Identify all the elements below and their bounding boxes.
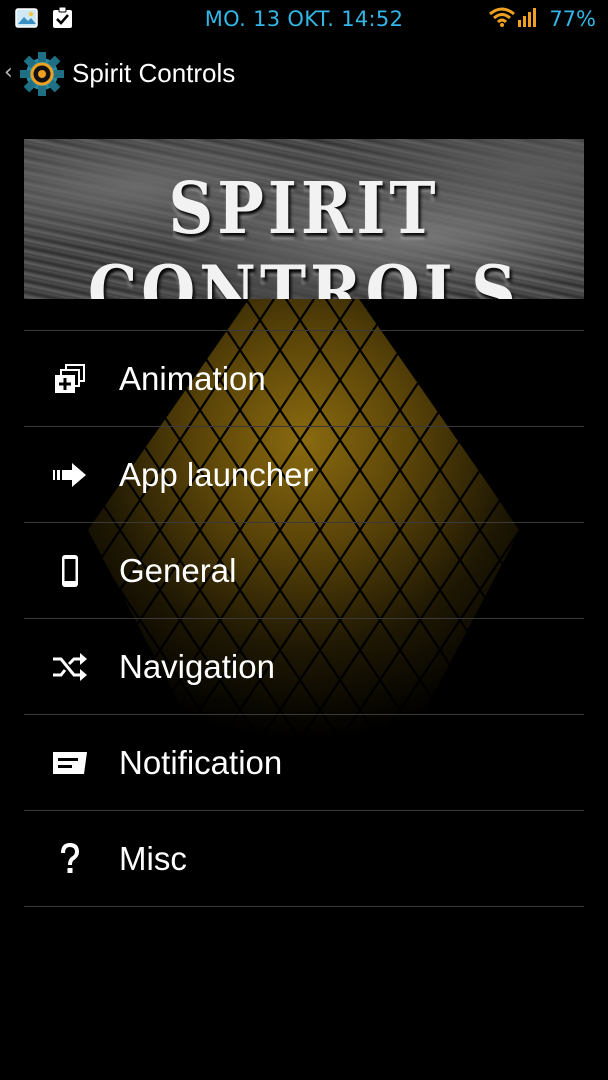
back-chevron-icon[interactable]: ‹ bbox=[4, 60, 13, 85]
app-title: Spirit Controls bbox=[72, 58, 236, 88]
menu-item-label: Animation bbox=[119, 360, 266, 397]
signal-icon bbox=[517, 6, 537, 32]
menu-item-label: Navigation bbox=[119, 648, 275, 685]
action-bar: ‹ Spirit Controls bbox=[0, 38, 608, 110]
layers-add-icon bbox=[52, 363, 88, 395]
menu-item-animation[interactable]: Animation bbox=[24, 330, 584, 426]
settings-menu: Animation App launcher General Navigatio… bbox=[24, 330, 584, 907]
shuffle-icon bbox=[52, 651, 88, 683]
header-banner: SPIRIT CONTROLS bbox=[24, 139, 584, 299]
menu-item-general[interactable]: General bbox=[24, 522, 584, 618]
phone-icon bbox=[52, 555, 88, 587]
question-icon bbox=[52, 843, 88, 875]
app-gear-icon[interactable] bbox=[18, 50, 66, 98]
menu-item-app-launcher[interactable]: App launcher bbox=[24, 426, 584, 522]
banner-title: SPIRIT CONTROLS bbox=[87, 166, 521, 299]
wifi-icon bbox=[489, 6, 516, 32]
menu-item-label: Misc bbox=[119, 840, 187, 877]
menu-item-misc[interactable]: Misc bbox=[24, 810, 584, 907]
message-icon bbox=[52, 747, 88, 779]
menu-item-navigation[interactable]: Navigation bbox=[24, 618, 584, 714]
menu-item-label: General bbox=[119, 552, 237, 589]
menu-item-label: Notification bbox=[119, 744, 283, 781]
menu-item-label: App launcher bbox=[119, 456, 314, 493]
battery-level: 77% bbox=[549, 7, 596, 31]
arrow-right-icon bbox=[52, 459, 88, 491]
status-bar: MO. 13 OKT. 14:52 77% bbox=[0, 0, 608, 38]
menu-item-notification[interactable]: Notification bbox=[24, 714, 584, 810]
